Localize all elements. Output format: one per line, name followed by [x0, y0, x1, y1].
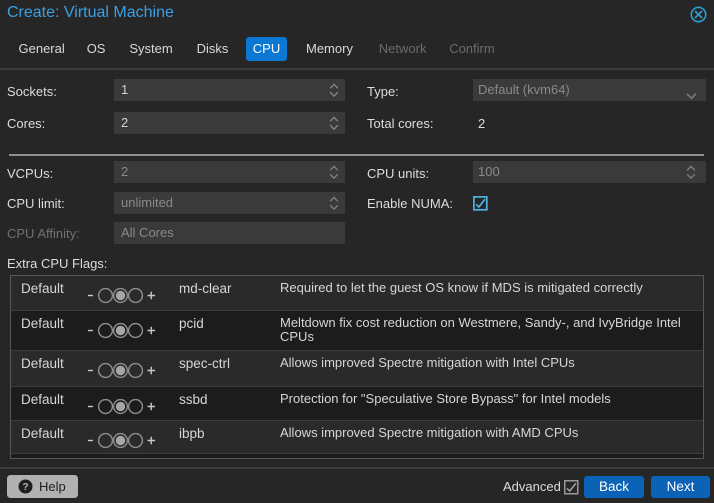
svg-text:?: ? [22, 482, 28, 493]
